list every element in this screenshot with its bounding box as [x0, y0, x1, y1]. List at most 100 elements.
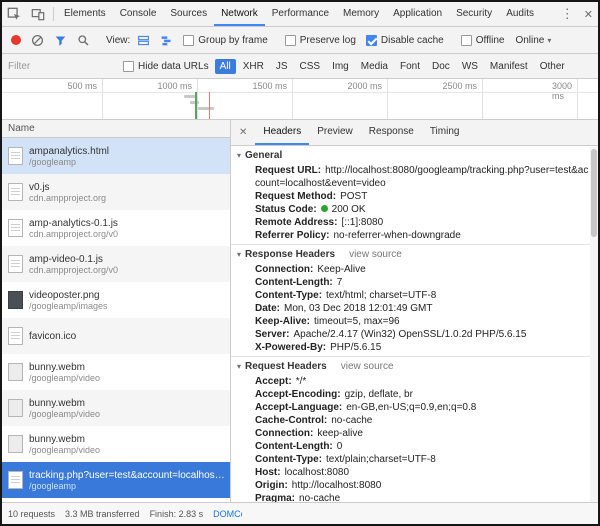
disclosure-triangle-icon: ▾ [237, 359, 241, 375]
search-button[interactable] [72, 34, 95, 47]
disable-cache-checkbox[interactable]: Disable cache [366, 35, 444, 46]
tab-elements[interactable]: Elements [57, 2, 113, 26]
filter-type-font[interactable]: Font [395, 59, 425, 74]
request-headers-title[interactable]: ▾Request Headersview source [231, 359, 590, 375]
filter-input[interactable] [8, 61, 118, 72]
request-headers-section: ▾Request Headersview source Accept:*/* A… [231, 356, 590, 502]
request-row-videoposter[interactable]: videoposter.png/googleamp/images [2, 282, 230, 318]
request-row-tracking-selected[interactable]: tracking.php?user=test&account=localhost… [2, 462, 230, 498]
tab-sources[interactable]: Sources [163, 2, 214, 26]
group-by-frame-checkbox[interactable]: Group by frame [183, 35, 267, 46]
view-source-link[interactable]: view source [349, 247, 402, 263]
tab-response[interactable]: Response [361, 120, 422, 145]
filter-type-manifest[interactable]: Manifest [485, 59, 533, 74]
large-rows-toggle[interactable] [132, 34, 155, 47]
scrollbar-thumb[interactable] [591, 149, 597, 237]
view-source-link[interactable]: view source [341, 359, 394, 375]
timeline-overview[interactable]: 500 ms 1000 ms 1500 ms 2000 ms 2500 ms 3… [2, 79, 598, 120]
media-icon [8, 363, 23, 381]
response-headers-title[interactable]: ▾Response Headersview source [231, 247, 590, 263]
overview-toggle[interactable] [155, 34, 178, 47]
filter-type-ws[interactable]: WS [457, 59, 483, 74]
filter-type-doc[interactable]: Doc [427, 59, 455, 74]
gridline [482, 79, 483, 119]
throttling-select[interactable]: Online▾ [515, 35, 551, 46]
search-icon [77, 34, 90, 47]
gridline [577, 79, 578, 119]
device-toolbar-icon[interactable] [26, 2, 50, 26]
request-row-v0js[interactable]: v0.jscdn.ampproject.org [2, 174, 230, 210]
column-header-name[interactable]: Name [2, 120, 230, 138]
tick-label: 2500 ms [442, 81, 480, 91]
tick-label: 1000 ms [157, 81, 195, 91]
header-line: Host:localhost:8080 [231, 466, 590, 479]
request-row-amp-analytics[interactable]: amp-analytics-0.1.jscdn.ampproject.org/v… [2, 210, 230, 246]
checkbox-checked-box [366, 35, 377, 46]
tab-network[interactable]: Network [214, 2, 265, 26]
offline-checkbox[interactable]: Offline [461, 35, 505, 46]
tab-console[interactable]: Console [113, 2, 164, 26]
request-row-bunny-1[interactable]: bunny.webm/googleamp/video [2, 354, 230, 390]
filter-toggle-button[interactable] [49, 34, 72, 47]
filter-type-all[interactable]: All [215, 59, 236, 74]
domcontentloaded-line [195, 92, 197, 119]
close-devtools-icon[interactable]: ✕ [579, 2, 598, 26]
gridline [102, 79, 103, 119]
gridline [292, 79, 293, 119]
network-summary: 10 requests 3.3 MB transferred Finish: 2… [2, 509, 242, 519]
script-icon [8, 219, 23, 237]
tab-application[interactable]: Application [386, 2, 449, 26]
headers-content: ▾General Request URL:http://localhost:80… [231, 146, 598, 502]
request-row-amp-video[interactable]: amp-video-0.1.jscdn.ampproject.org/v0 [2, 246, 230, 282]
header-line: Content-Type:text/plain;charset=UTF-8 [231, 453, 590, 466]
checkbox-box [461, 35, 472, 46]
clear-icon [31, 34, 44, 47]
disclosure-triangle-icon: ▾ [237, 247, 241, 263]
request-row-bunny-3[interactable]: bunny.webm/googleamp/video [2, 426, 230, 462]
preserve-log-checkbox[interactable]: Preserve log [285, 35, 356, 46]
chevron-down-icon: ▾ [547, 36, 551, 45]
close-details-icon[interactable]: ✕ [231, 120, 255, 145]
devtools-window: Elements Console Sources Network Perform… [0, 0, 600, 526]
hide-data-urls-checkbox[interactable]: Hide data URLs [123, 61, 209, 72]
filter-type-js[interactable]: JS [271, 59, 293, 74]
details-scrollbar[interactable] [590, 147, 598, 502]
inspect-element-icon[interactable] [2, 2, 26, 26]
tab-headers[interactable]: Headers [255, 120, 309, 145]
waterfall-bar [198, 107, 214, 110]
clear-button[interactable] [26, 34, 49, 47]
tab-audits[interactable]: Audits [499, 2, 541, 26]
general-section-title[interactable]: ▾General [231, 148, 590, 164]
tab-preview[interactable]: Preview [309, 120, 361, 145]
request-details-panel: ✕ Headers Preview Response Timing ▾Gener… [231, 120, 598, 502]
tab-memory[interactable]: Memory [336, 2, 386, 26]
header-line: Accept-Language:en-GB,en-US;q=0.9,en;q=0… [231, 401, 590, 414]
disable-cache-label: Disable cache [381, 35, 444, 46]
tab-timing[interactable]: Timing [422, 120, 468, 145]
filter-type-img[interactable]: Img [327, 59, 354, 74]
document-icon [8, 471, 23, 489]
record-button[interactable] [6, 35, 26, 45]
header-line: X-Powered-By:PHP/5.6.15 [231, 341, 590, 354]
general-section: ▾General Request URL:http://localhost:80… [231, 146, 590, 244]
filter-type-xhr[interactable]: XHR [238, 59, 269, 74]
more-options-icon[interactable]: ⋮ [556, 2, 579, 26]
tab-performance[interactable]: Performance [265, 2, 336, 26]
request-row-favicon[interactable]: favicon.ico [2, 318, 230, 354]
request-row-ampanalytics[interactable]: ampanalytics.html/googleamp [2, 138, 230, 174]
document-icon [8, 147, 23, 165]
filter-type-css[interactable]: CSS [295, 59, 326, 74]
network-main: Name ampanalytics.html/googleamp v0.jscd… [2, 120, 598, 502]
request-row-bunny-2[interactable]: bunny.webm/googleamp/video [2, 390, 230, 426]
hide-data-urls-label: Hide data URLs [138, 61, 209, 72]
disclosure-triangle-icon: ▾ [237, 148, 241, 164]
filter-type-other[interactable]: Other [535, 59, 570, 74]
load-event-line [209, 92, 210, 119]
domcontentloaded-time: DOMCo... [213, 509, 242, 519]
filter-type-media[interactable]: Media [356, 59, 393, 74]
header-line: Date:Mon, 03 Dec 2018 12:01:49 GMT [231, 302, 590, 315]
inspect-element-glyph [7, 7, 21, 21]
tab-security[interactable]: Security [449, 2, 499, 26]
checkbox-box [183, 35, 194, 46]
header-line: Pragma:no-cache [231, 492, 590, 502]
